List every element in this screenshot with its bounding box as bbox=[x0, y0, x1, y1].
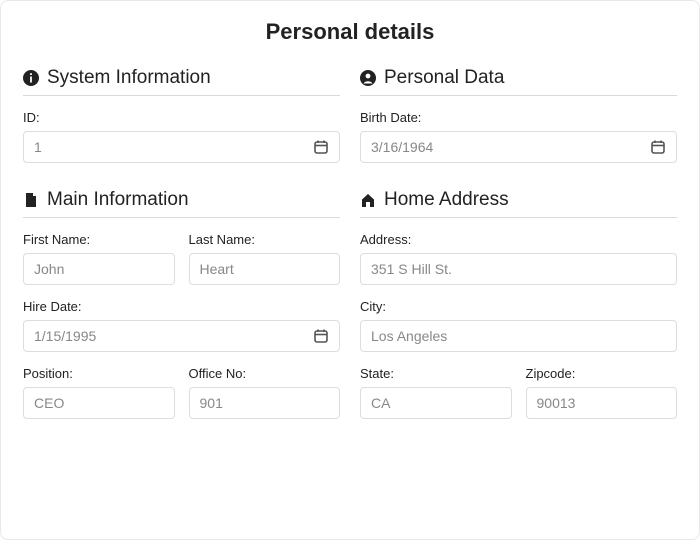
city-input[interactable]: Los Angeles bbox=[360, 320, 677, 352]
field-id: ID: 1 bbox=[23, 110, 340, 163]
calendar-icon[interactable] bbox=[650, 139, 666, 155]
calendar-icon[interactable] bbox=[313, 328, 329, 344]
last-name-value: Heart bbox=[200, 261, 330, 277]
group-title: Personal Data bbox=[384, 67, 504, 89]
state-input[interactable]: CA bbox=[360, 387, 512, 419]
info-icon bbox=[23, 70, 39, 86]
field-birth-date: Birth Date: 3/16/1964 bbox=[360, 110, 677, 163]
office-no-input[interactable]: 901 bbox=[189, 387, 341, 419]
left-column: System Information ID: 1 bbox=[23, 67, 340, 445]
group-home-address: Home Address Address: 351 S Hill St. Cit… bbox=[360, 189, 677, 419]
field-first-name: First Name: John bbox=[23, 232, 175, 285]
file-icon bbox=[23, 192, 39, 208]
office-no-label: Office No: bbox=[189, 366, 341, 381]
position-input[interactable]: CEO bbox=[23, 387, 175, 419]
field-office-no: Office No: 901 bbox=[189, 366, 341, 419]
id-input[interactable]: 1 bbox=[23, 131, 340, 163]
field-zipcode: Zipcode: 90013 bbox=[526, 366, 678, 419]
hire-date-value: 1/15/1995 bbox=[34, 328, 305, 344]
group-title: Home Address bbox=[384, 189, 509, 211]
city-label: City: bbox=[360, 299, 677, 314]
zipcode-value: 90013 bbox=[537, 395, 667, 411]
home-icon bbox=[360, 192, 376, 208]
field-position: Position: CEO bbox=[23, 366, 175, 419]
office-no-value: 901 bbox=[200, 395, 330, 411]
address-value: 351 S Hill St. bbox=[371, 261, 666, 277]
city-value: Los Angeles bbox=[371, 328, 666, 344]
group-main-information: Main Information First Name: John Last N… bbox=[23, 189, 340, 419]
group-system-information: System Information ID: 1 bbox=[23, 67, 340, 163]
columns: System Information ID: 1 bbox=[23, 67, 677, 445]
group-header-personal: Personal Data bbox=[360, 67, 677, 96]
first-name-label: First Name: bbox=[23, 232, 175, 247]
first-name-value: John bbox=[34, 261, 164, 277]
field-last-name: Last Name: Heart bbox=[189, 232, 341, 285]
zipcode-label: Zipcode: bbox=[526, 366, 678, 381]
field-city: City: Los Angeles bbox=[360, 299, 677, 352]
group-personal-data: Personal Data Birth Date: 3/16/1964 bbox=[360, 67, 677, 163]
hire-date-input[interactable]: 1/15/1995 bbox=[23, 320, 340, 352]
position-value: CEO bbox=[34, 395, 164, 411]
calendar-icon[interactable] bbox=[313, 139, 329, 155]
group-title: System Information bbox=[47, 67, 211, 89]
group-title: Main Information bbox=[47, 189, 189, 211]
field-hire-date: Hire Date: 1/15/1995 bbox=[23, 299, 340, 352]
id-value: 1 bbox=[34, 139, 305, 155]
group-header-main: Main Information bbox=[23, 189, 340, 218]
user-icon bbox=[360, 70, 376, 86]
state-value: CA bbox=[371, 395, 501, 411]
group-header-home: Home Address bbox=[360, 189, 677, 218]
zipcode-input[interactable]: 90013 bbox=[526, 387, 678, 419]
first-name-input[interactable]: John bbox=[23, 253, 175, 285]
last-name-label: Last Name: bbox=[189, 232, 341, 247]
group-header-system: System Information bbox=[23, 67, 340, 96]
field-state: State: CA bbox=[360, 366, 512, 419]
last-name-input[interactable]: Heart bbox=[189, 253, 341, 285]
hire-date-label: Hire Date: bbox=[23, 299, 340, 314]
address-input[interactable]: 351 S Hill St. bbox=[360, 253, 677, 285]
right-column: Personal Data Birth Date: 3/16/1964 bbox=[360, 67, 677, 445]
birth-date-input[interactable]: 3/16/1964 bbox=[360, 131, 677, 163]
birth-date-label: Birth Date: bbox=[360, 110, 677, 125]
page-title: Personal details bbox=[23, 19, 677, 45]
position-label: Position: bbox=[23, 366, 175, 381]
field-address: Address: 351 S Hill St. bbox=[360, 232, 677, 285]
address-label: Address: bbox=[360, 232, 677, 247]
state-label: State: bbox=[360, 366, 512, 381]
personal-details-panel: Personal details System Information ID: … bbox=[0, 0, 700, 540]
birth-date-value: 3/16/1964 bbox=[371, 139, 642, 155]
id-label: ID: bbox=[23, 110, 340, 125]
